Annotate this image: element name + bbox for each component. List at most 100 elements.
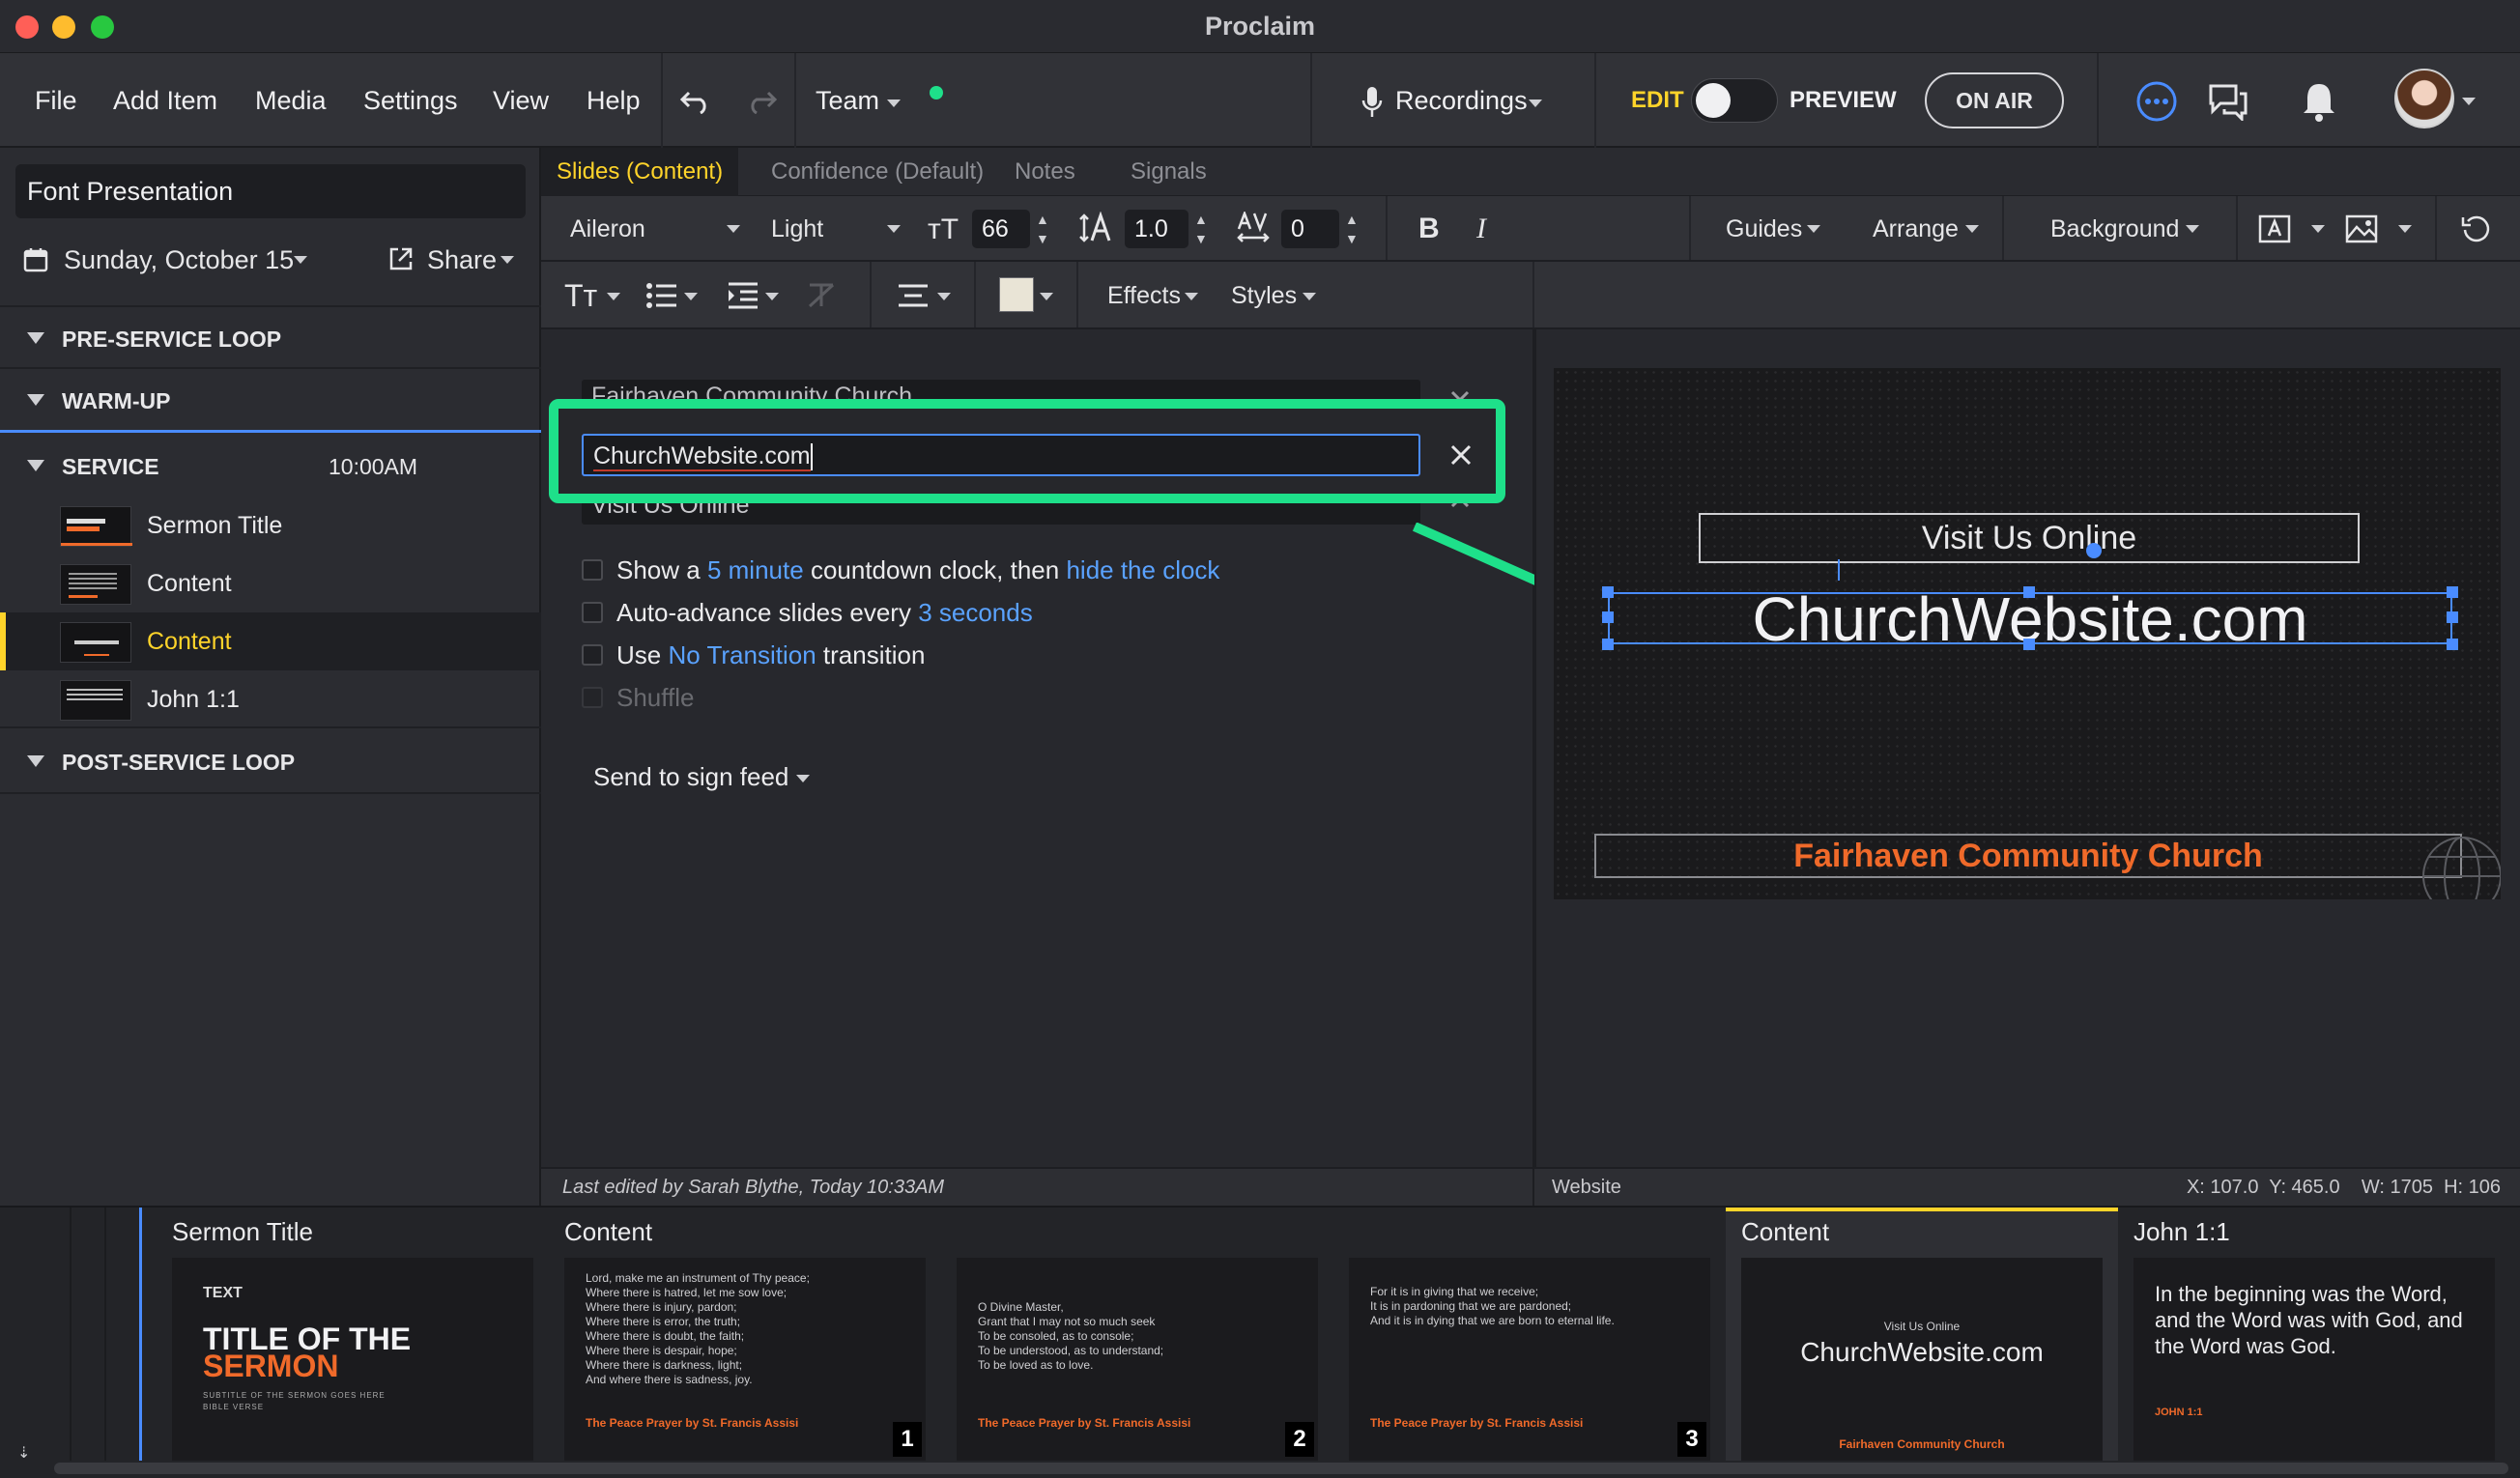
rotate-handle[interactable]	[2086, 543, 2102, 558]
service-item-john-1-1[interactable]: John 1:1	[0, 670, 541, 728]
countdown-checkbox[interactable]	[582, 559, 603, 581]
resize-handle[interactable]	[2023, 586, 2035, 598]
guides-menu[interactable]: Guides	[1726, 196, 1802, 262]
image-icon[interactable]	[2344, 213, 2379, 244]
resize-handle[interactable]	[2023, 639, 2035, 650]
text-box-icon[interactable]	[2257, 213, 2292, 244]
slide-number: 1	[893, 1422, 922, 1457]
font-family-select[interactable]: Aileron	[570, 196, 645, 262]
bell-icon[interactable]	[2300, 80, 2338, 123]
section-service[interactable]: SERVICE 10:00AM	[0, 435, 541, 498]
horizontal-scrollbar[interactable]	[54, 1463, 2508, 1474]
paragraph-toolbar: Tт Effects Styles	[541, 262, 2520, 329]
align-center-icon[interactable]	[897, 283, 930, 308]
expand-strip-icon[interactable]: ⇣	[17, 1443, 30, 1463]
auto-advance-option: Auto-advance slides every 3 seconds	[616, 598, 1033, 627]
user-avatar[interactable]	[2394, 69, 2454, 128]
share-button[interactable]: Share	[427, 241, 497, 279]
resize-handle[interactable]	[1602, 611, 1614, 623]
section-warm-up[interactable]: WARM-UP	[0, 369, 541, 433]
italic-button[interactable]: I	[1476, 196, 1486, 262]
close-icon[interactable]	[1449, 443, 1473, 467]
menu-file[interactable]: File	[35, 53, 77, 148]
bullet-list-icon[interactable]	[645, 281, 678, 310]
transition-type-link[interactable]: No Transition	[668, 640, 816, 669]
section-pre-service-loop[interactable]: PRE-SERVICE LOOP	[0, 305, 541, 369]
share-icon[interactable]	[388, 246, 414, 271]
insertion-marker	[139, 1208, 142, 1461]
indent-icon[interactable]	[727, 281, 759, 310]
chevron-down-icon	[2311, 225, 2325, 233]
divider	[2236, 196, 2238, 260]
styles-menu[interactable]: Styles	[1231, 262, 1297, 329]
slide-thumb-sermon-title[interactable]: TEXT TITLE OF THE SERMON SUBTITLE OF THE…	[172, 1258, 533, 1461]
service-date[interactable]: Sunday, October 15	[64, 241, 294, 279]
slide-text-church-name[interactable]: Fairhaven Community Church	[1594, 834, 2462, 878]
on-air-button[interactable]: ON AIR	[1925, 72, 2064, 128]
microphone-icon[interactable]	[1360, 86, 1384, 119]
clear-format-icon[interactable]	[806, 281, 837, 310]
chat-icon[interactable]	[2207, 82, 2249, 121]
menu-media[interactable]: Media	[255, 53, 327, 148]
slide-thumb-content-3[interactable]: For it is in giving that we receive; It i…	[1349, 1258, 1710, 1461]
font-size-stepper[interactable]: ▲ ▼	[1036, 210, 1049, 248]
menu-add-item[interactable]: Add Item	[113, 53, 217, 148]
slide-thumb-content-2[interactable]: O Divine Master, Grant that I may not so …	[957, 1258, 1318, 1461]
edit-preview-toggle[interactable]	[1691, 78, 1778, 123]
slide-thumb-content-website[interactable]: Visit Us Online ChurchWebsite.com Fairha…	[1741, 1258, 2103, 1461]
transition-checkbox[interactable]	[582, 644, 603, 666]
recordings-menu[interactable]: Recordings	[1395, 53, 1528, 148]
chevron-down-icon	[1965, 225, 1979, 233]
section-post-service-loop[interactable]: POST-SERVICE LOOP	[0, 730, 541, 794]
slide-canvas[interactable]: Visit Us Online ChurchWebsite.com Fairha…	[1554, 368, 2501, 899]
presentation-name-field[interactable]: Font Presentation	[15, 164, 526, 218]
auto-advance-seconds-link[interactable]: 3 seconds	[918, 598, 1033, 627]
tab-confidence-default[interactable]: Confidence (Default)	[756, 148, 999, 196]
service-item-sermon-title[interactable]: Sermon Title	[0, 497, 541, 554]
effects-menu[interactable]: Effects	[1107, 262, 1181, 329]
tab-signals[interactable]: Signals	[1115, 148, 1222, 196]
menu-help[interactable]: Help	[587, 53, 641, 148]
title-bar: Proclaim	[0, 0, 2520, 53]
shuffle-checkbox[interactable]	[582, 687, 603, 708]
resize-handle[interactable]	[2447, 639, 2458, 650]
resize-handle[interactable]	[1602, 639, 1614, 650]
slide-text-website-selected[interactable]: ChurchWebsite.com	[1608, 588, 2452, 650]
tab-slides-content[interactable]: Slides (Content)	[541, 148, 739, 196]
font-weight-select[interactable]: Light	[771, 196, 823, 262]
text-case-icon[interactable]: Tт	[564, 279, 597, 312]
redo-icon[interactable]	[742, 82, 781, 121]
slide-thumb-content-1[interactable]: Lord, make me an instrument of Thy peace…	[564, 1258, 926, 1461]
menu-view[interactable]: View	[493, 53, 549, 148]
divider	[1689, 196, 1691, 260]
resize-handle[interactable]	[2447, 611, 2458, 623]
arrange-menu[interactable]: Arrange	[1873, 196, 1959, 262]
countdown-duration-link[interactable]: 5 minute	[707, 555, 804, 584]
auto-advance-checkbox[interactable]	[582, 602, 603, 623]
tracking-stepper[interactable]: ▲ ▼	[1345, 210, 1359, 248]
resize-handle[interactable]	[2447, 586, 2458, 598]
service-item-content-selected[interactable]: Content	[0, 612, 541, 670]
hide-clock-link[interactable]: hide the clock	[1066, 555, 1219, 584]
more-options-icon[interactable]	[2135, 80, 2178, 123]
slide-thumb-john-1-1[interactable]: In the beginning was the Word, and the W…	[2133, 1258, 2495, 1461]
slide-text-visit-us-online[interactable]: Visit Us Online	[1699, 513, 2360, 563]
tracking-input[interactable]: 0	[1281, 210, 1339, 248]
text-field-website[interactable]: ChurchWebsite.com	[582, 434, 1420, 476]
team-menu[interactable]: Team	[816, 53, 879, 148]
bold-button[interactable]: B	[1418, 196, 1440, 262]
text-color-swatch[interactable]	[999, 277, 1034, 312]
menu-settings[interactable]: Settings	[363, 53, 458, 148]
tab-notes[interactable]: Notes	[999, 148, 1091, 196]
undo-icon[interactable]	[676, 82, 715, 121]
font-size-input[interactable]: 66	[972, 210, 1030, 248]
send-to-sign-feed-button[interactable]: Send to sign feed	[593, 757, 788, 796]
service-item-content[interactable]: Content	[0, 554, 541, 612]
line-height-input[interactable]: 1.0	[1125, 210, 1188, 248]
line-height-stepper[interactable]: ▲ ▼	[1194, 210, 1208, 248]
rotate-stem	[1838, 559, 1840, 581]
reset-icon[interactable]	[2460, 213, 2493, 246]
divider	[1594, 53, 1596, 148]
resize-handle[interactable]	[1602, 586, 1614, 598]
background-menu[interactable]: Background	[2050, 196, 2179, 262]
